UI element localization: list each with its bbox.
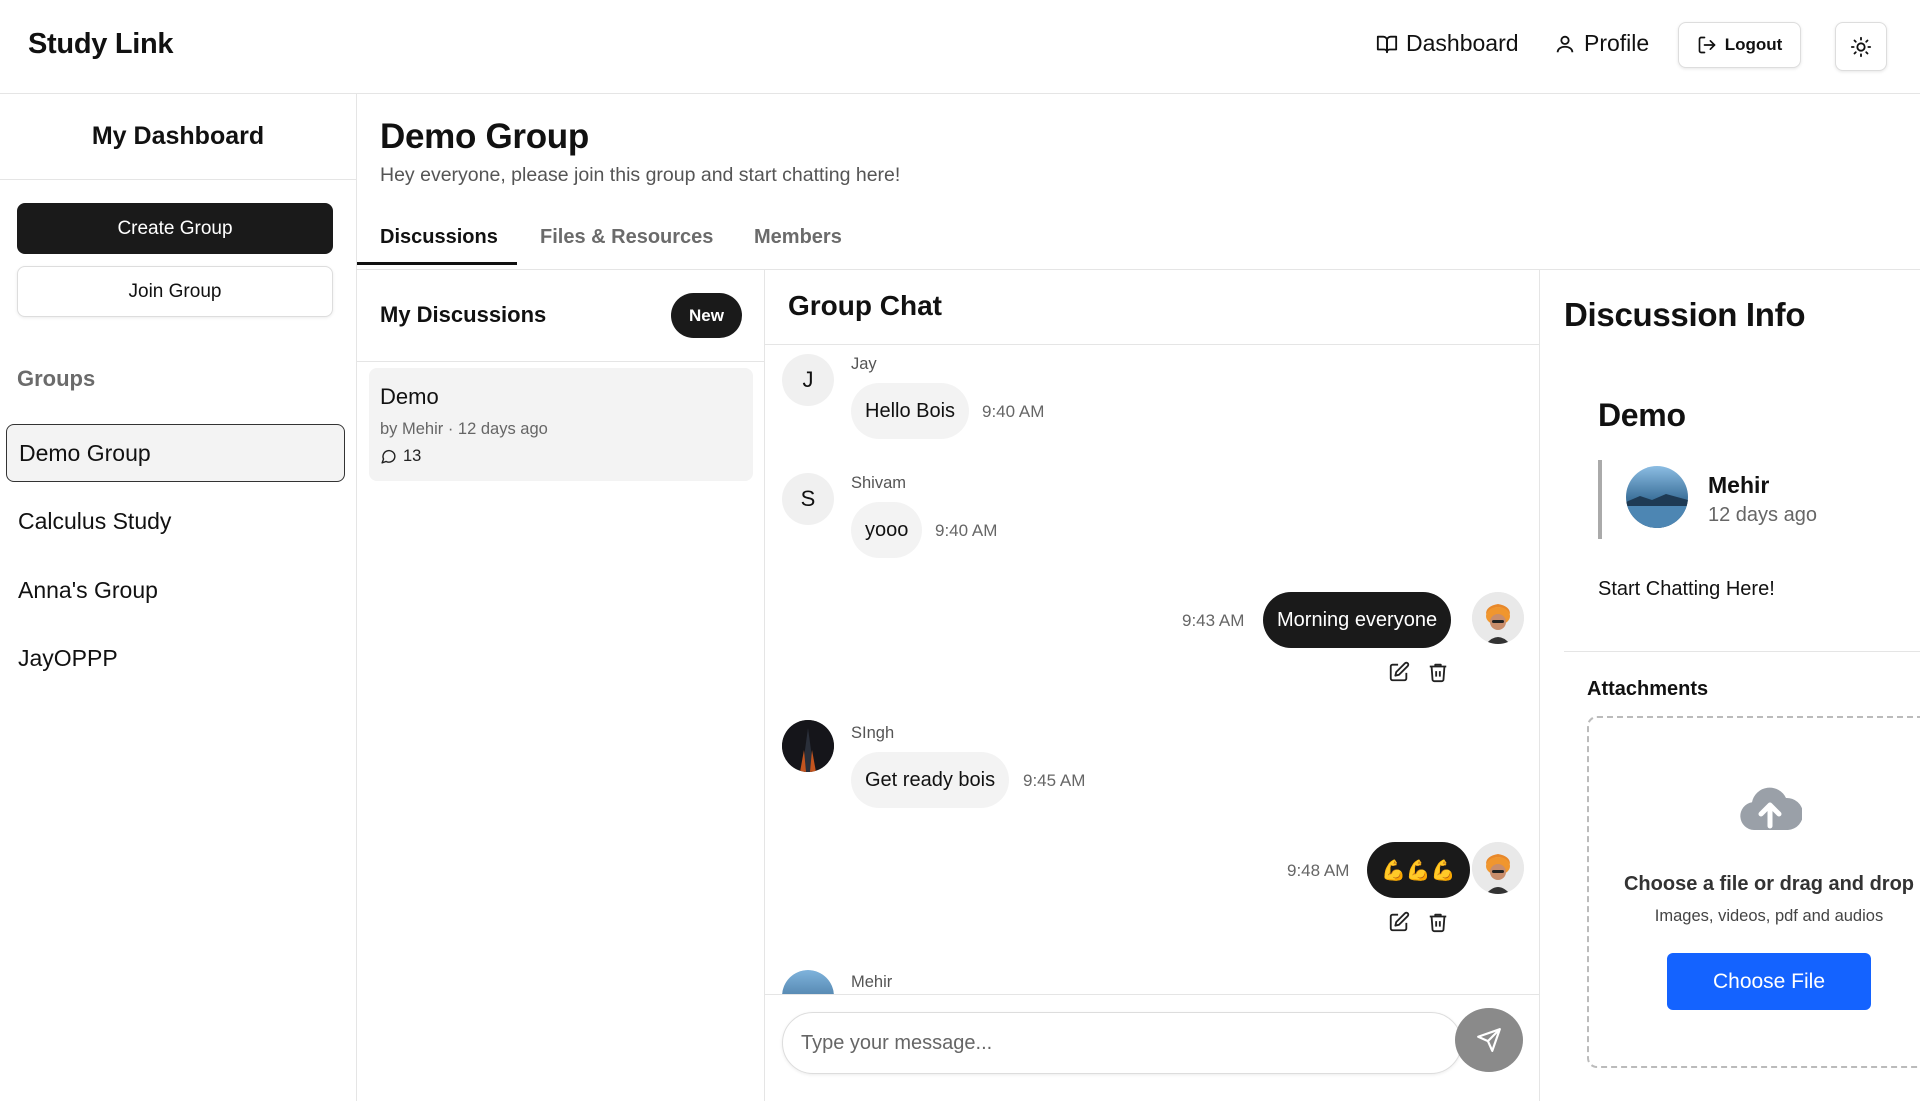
message-author: Jay bbox=[851, 355, 877, 373]
group-item-label: Demo Group bbox=[19, 439, 151, 466]
user-avatar-icon bbox=[1472, 842, 1524, 894]
avatar-initial: S bbox=[800, 486, 816, 511]
sidebar-group-annas-group[interactable]: Anna's Group bbox=[6, 561, 345, 619]
dropzone-title: Choose a file or drag and drop bbox=[1623, 873, 1915, 895]
message-time: 9:40 AM bbox=[982, 402, 1045, 421]
message-author: Mehir bbox=[851, 973, 893, 991]
brand-logo[interactable]: Study Link bbox=[28, 28, 174, 61]
discussion-comment-count: 13 bbox=[380, 447, 421, 466]
sidebar-group-jayoppp[interactable]: JayOPPP bbox=[6, 629, 345, 687]
nav-profile-link[interactable]: Profile bbox=[1554, 30, 1649, 57]
avatar: S bbox=[782, 473, 834, 525]
nav-dashboard-link[interactable]: Dashboard bbox=[1376, 30, 1519, 57]
discussion-author-block: Mehir 12 days ago bbox=[1598, 460, 1817, 539]
user-avatar-icon bbox=[1472, 592, 1524, 644]
own-avatar bbox=[1472, 842, 1524, 894]
chat-messages-area[interactable]: J Jay Hello Bois 9:40 AM S Shivam yooo 9… bbox=[765, 345, 1539, 994]
message-bubble[interactable]: Get ready bois bbox=[851, 752, 1010, 808]
comment-count-value: 13 bbox=[403, 447, 422, 465]
user-icon bbox=[1556, 35, 1574, 52]
tab-discussions[interactable]: Discussions bbox=[380, 226, 498, 249]
message-author: SIngh bbox=[851, 724, 895, 742]
message-bubble[interactable]: yooo bbox=[851, 502, 923, 558]
message-bubble-own[interactable]: Morning everyone bbox=[1263, 592, 1452, 648]
message-circle-icon bbox=[381, 449, 396, 464]
sidebar-group-demo-group[interactable]: Demo Group bbox=[6, 424, 345, 482]
discussion-info-panel: Discussion Info Demo Mehir 12 days ago S… bbox=[1540, 270, 1920, 1101]
logout-button[interactable]: Logout bbox=[1678, 22, 1801, 68]
tab-members[interactable]: Members bbox=[754, 226, 842, 249]
left-sidebar: My Dashboard Create Group Join Group Gro… bbox=[0, 94, 357, 1101]
edit-icon[interactable] bbox=[1388, 911, 1410, 933]
chat-input-bar bbox=[765, 994, 1539, 1101]
message-time: 9:43 AM bbox=[1182, 611, 1245, 630]
trash-icon[interactable] bbox=[1427, 661, 1449, 683]
group-title: Demo Group bbox=[380, 117, 589, 156]
theme-toggle-button[interactable] bbox=[1835, 22, 1887, 71]
message-author: Shivam bbox=[851, 474, 907, 492]
logout-label: Logout bbox=[1724, 35, 1783, 54]
message-bubble-own[interactable]: 💪💪💪 bbox=[1367, 842, 1470, 898]
cloud-upload-icon bbox=[1740, 787, 1802, 830]
message-time: 9:40 AM bbox=[935, 521, 998, 540]
discussion-card-title: Demo bbox=[380, 384, 439, 409]
author-time: 12 days ago bbox=[1708, 504, 1817, 526]
chat-header: Group Chat bbox=[765, 270, 1539, 345]
user-avatar-icon bbox=[782, 970, 834, 994]
author-avatar bbox=[1626, 466, 1688, 528]
group-item-label: Anna's Group bbox=[18, 576, 158, 603]
discussion-info-title: Discussion Info bbox=[1564, 296, 1806, 333]
avatar bbox=[782, 970, 834, 994]
discussion-title: Demo bbox=[1598, 397, 1686, 433]
group-chat-panel: Group Chat J Jay Hello Bois 9:40 AM S Sh… bbox=[765, 270, 1540, 1101]
sidebar-title: My Dashboard bbox=[0, 94, 356, 180]
join-group-button[interactable]: Join Group bbox=[17, 266, 333, 317]
edit-icon[interactable] bbox=[1388, 661, 1410, 683]
avatar: J bbox=[782, 354, 834, 406]
nav-profile-label: Profile bbox=[1584, 30, 1650, 56]
group-item-label: JayOPPP bbox=[18, 644, 118, 671]
dropzone-subtitle: Images, videos, pdf and audios bbox=[1654, 907, 1884, 925]
sidebar-group-calculus-study[interactable]: Calculus Study bbox=[6, 492, 345, 550]
book-open-icon bbox=[1376, 35, 1398, 53]
tab-files-resources[interactable]: Files & Resources bbox=[540, 226, 713, 249]
divider bbox=[1564, 651, 1920, 652]
active-tab-indicator bbox=[357, 262, 517, 265]
author-name: Mehir bbox=[1708, 472, 1770, 498]
own-avatar bbox=[1472, 592, 1524, 644]
sun-icon bbox=[1850, 36, 1872, 57]
trash-icon[interactable] bbox=[1427, 911, 1449, 933]
user-avatar-icon bbox=[1626, 466, 1688, 528]
message-bubble[interactable]: Hello Bois bbox=[851, 383, 970, 439]
send-button[interactable] bbox=[1455, 1008, 1523, 1072]
logout-icon bbox=[1698, 36, 1716, 54]
message-time: 9:48 AM bbox=[1287, 861, 1350, 880]
groups-section-label: Groups bbox=[17, 366, 96, 391]
discussion-card[interactable]: Demo by Mehir · 12 days ago 13 bbox=[369, 368, 753, 481]
group-item-label: Calculus Study bbox=[18, 507, 172, 534]
send-icon bbox=[1477, 1028, 1501, 1052]
attachments-label: Attachments bbox=[1587, 678, 1709, 700]
new-discussion-button[interactable]: New bbox=[671, 293, 742, 338]
chat-title: Group Chat bbox=[788, 290, 942, 321]
discussion-card-meta: by Mehir · 12 days ago bbox=[380, 420, 548, 438]
discussions-title: My Discussions bbox=[380, 302, 547, 327]
discussions-header: My Discussions New bbox=[357, 270, 764, 362]
group-description: Hey everyone, please join this group and… bbox=[380, 164, 901, 186]
file-dropzone[interactable]: Choose a file or drag and drop Images, v… bbox=[1587, 716, 1920, 1068]
avatar bbox=[782, 720, 834, 772]
message-input[interactable] bbox=[782, 1012, 1462, 1074]
avatar-initial: J bbox=[802, 367, 814, 392]
create-group-button[interactable]: Create Group bbox=[17, 203, 333, 254]
discussion-content: Start Chatting Here! bbox=[1598, 578, 1775, 600]
message-time: 9:45 AM bbox=[1023, 771, 1086, 790]
user-avatar-icon bbox=[782, 720, 834, 772]
discussions-panel: My Discussions New Demo by Mehir · 12 da… bbox=[357, 270, 765, 1101]
group-tabs: Discussions Files & Resources Members bbox=[357, 212, 1920, 270]
nav-dashboard-label: Dashboard bbox=[1406, 30, 1519, 56]
choose-file-button[interactable]: Choose File bbox=[1667, 953, 1871, 1010]
top-navbar: Study Link Dashboard Profile Logout bbox=[0, 0, 1920, 94]
